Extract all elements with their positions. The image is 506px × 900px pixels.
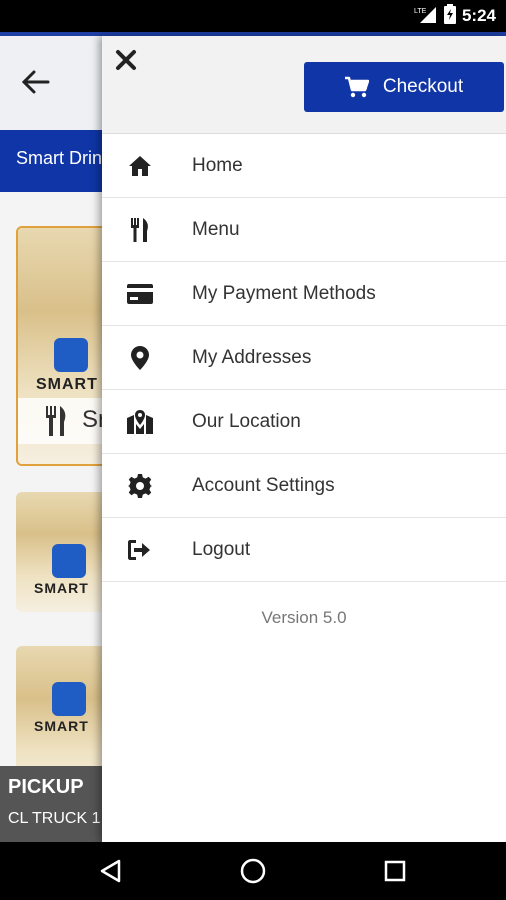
menu-item-label: Account Settings [192, 474, 335, 496]
recents-square-icon [384, 860, 406, 882]
nav-recents-button[interactable] [380, 856, 410, 886]
brand-logo-icon [52, 544, 86, 578]
menu-item-account-settings[interactable]: Account Settings [102, 454, 506, 518]
menu-item-menu[interactable]: Menu [102, 198, 506, 262]
pickup-location: CL TRUCK 1 [8, 810, 101, 827]
menu-item-label: Menu [192, 218, 240, 240]
drawer-header: Checkout [102, 36, 506, 134]
navigation-drawer: Checkout Home Menu My Payment Methods My… [102, 36, 506, 842]
menu-item-label: My Payment Methods [192, 282, 376, 304]
app-version: Version 5.0 [261, 608, 347, 627]
brand-logo-text: SMART [34, 718, 89, 734]
drawer-menu: Home Menu My Payment Methods My Addresse… [102, 134, 506, 582]
fork-knife-icon [126, 216, 154, 244]
brand-logo-text: SMART [34, 580, 89, 596]
cart-icon [344, 76, 369, 98]
checkout-label: Checkout [382, 76, 464, 97]
arrow-left-icon [22, 70, 50, 94]
svg-text:LTE: LTE [414, 8, 427, 15]
brand-logo-text: SMART [36, 376, 98, 393]
menu-item-payment-methods[interactable]: My Payment Methods [102, 262, 506, 326]
status-bar: LTE 5:24 [0, 0, 506, 32]
nav-home-button[interactable] [238, 856, 268, 886]
gear-icon [126, 472, 154, 500]
brand-logo-icon [52, 682, 86, 716]
menu-item-addresses[interactable]: My Addresses [102, 326, 506, 390]
menu-item-logout[interactable]: Logout [102, 518, 506, 582]
back-triangle-icon [100, 859, 121, 883]
home-icon [126, 152, 154, 180]
battery-icon [443, 3, 456, 29]
home-circle-icon [240, 858, 266, 884]
menu-item-label: Our Location [192, 410, 301, 432]
status-time: 5:24 [461, 6, 496, 25]
menu-item-label: Home [192, 154, 243, 176]
logout-icon [126, 536, 154, 564]
fork-knife-icon [46, 406, 66, 436]
map-pin-icon [126, 344, 154, 372]
pickup-title: PICKUP [8, 776, 84, 798]
nav-back-button[interactable] [96, 856, 126, 886]
system-nav-bar [0, 842, 506, 900]
pickup-banner[interactable]: PICKUP CL TRUCK 1 [0, 766, 102, 842]
status-icons: LTE 5:24 [414, 3, 496, 29]
menu-item-label: My Addresses [192, 346, 312, 368]
close-button[interactable] [112, 46, 140, 74]
map-location-icon [126, 408, 154, 436]
lte-signal-icon: LTE [414, 4, 438, 29]
credit-card-icon [126, 280, 154, 308]
menu-item-our-location[interactable]: Our Location [102, 390, 506, 454]
back-button[interactable] [18, 64, 54, 100]
brand-logo-icon [54, 338, 88, 372]
menu-item-label: Logout [192, 538, 251, 560]
menu-item-home[interactable]: Home [102, 134, 506, 198]
checkout-button[interactable]: Checkout [304, 62, 504, 112]
close-icon [116, 50, 136, 70]
